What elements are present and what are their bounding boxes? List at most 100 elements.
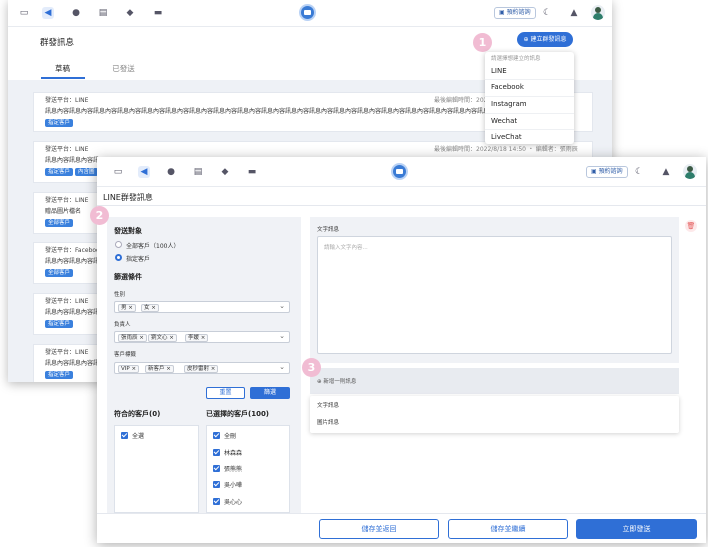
book-consultation-button[interactable]: ▣ 預約諮詢 xyxy=(494,7,536,19)
gender-select[interactable]: 男 × 女 × ⌄ xyxy=(114,301,290,313)
reset-button[interactable]: 重置 xyxy=(206,387,245,399)
owner-label: 負責人 xyxy=(114,322,131,328)
customer-checkbox[interactable] xyxy=(213,449,220,456)
chat-icon[interactable]: ▭ xyxy=(18,7,30,19)
gender-label: 性別 xyxy=(114,292,126,298)
app-logo xyxy=(391,163,408,180)
owner-select[interactable]: 張雨辰 × 劉文心 × 李媛 × ⌄ xyxy=(114,331,290,343)
radio-all-customers[interactable] xyxy=(115,241,122,248)
select-all-checkbox[interactable] xyxy=(121,432,128,439)
save-and-return-button[interactable]: 儲存並返回 xyxy=(319,519,439,539)
create-broadcast-button[interactable]: ⊕ 建立群發訊息 xyxy=(517,32,573,47)
dropdown-item-instagram[interactable]: Instagram xyxy=(491,100,527,108)
calendar-small-icon: ▣ xyxy=(591,168,599,175)
text-message-block: 文字訊息 請輸入文字內容... xyxy=(310,217,679,363)
tag-label: 客戶標籤 xyxy=(114,352,137,358)
footer-bar: 儲存並返回 儲存並繼續 立即發送 xyxy=(97,513,706,543)
card-platform: 發送平台：LINE xyxy=(45,349,89,356)
megaphone-icon[interactable]: ◀ xyxy=(138,166,150,178)
add-message-menu: 文字訊息 圖片訊息 xyxy=(310,396,679,433)
owner-chip[interactable]: 李媛 × xyxy=(185,334,209,342)
list-item: 吳心心 xyxy=(224,499,243,506)
radio-specific-customers[interactable] xyxy=(115,254,122,261)
gender-chip[interactable]: 男 × xyxy=(118,304,136,312)
book-consultation-label: 預約諮詢 xyxy=(598,168,623,175)
create-broadcast-label: 建立群發訊息 xyxy=(530,36,567,43)
save-and-continue-button[interactable]: 儲存並繼續 xyxy=(448,519,568,539)
matched-customers-heading: 符合的客戶(0) xyxy=(114,410,161,418)
tag-chip[interactable]: 皮秒雷射 × xyxy=(184,365,219,373)
owner-chip[interactable]: 張雨辰 × xyxy=(118,334,147,342)
book-consultation-button[interactable]: ▣ 預約諮詢 xyxy=(586,166,628,178)
owner-chip[interactable]: 劉文心 × xyxy=(148,334,177,342)
card-tag: 全部客戶 xyxy=(45,269,74,277)
bell-icon[interactable]: ▲ xyxy=(568,7,580,19)
tag-chip[interactable]: VIP × xyxy=(118,365,140,373)
card-tag: 內含圖 xyxy=(75,168,98,176)
dark-mode-icon[interactable]: ☾ xyxy=(633,166,645,178)
message-placeholder: 請輸入文字內容... xyxy=(324,245,368,251)
select-all-label: 全選 xyxy=(132,433,145,440)
customer-checkbox[interactable] xyxy=(213,498,220,505)
card-tag: 指定客戶 xyxy=(45,320,74,328)
calendar-icon[interactable]: ▤ xyxy=(192,166,204,178)
card-tag: 全部客戶 xyxy=(45,219,74,227)
tab-drafts[interactable]: 草稿 xyxy=(40,63,85,74)
add-message-bar[interactable]: ⊕ 新增一則訊息 xyxy=(310,368,679,394)
send-now-button[interactable]: 立即發送 xyxy=(576,519,697,539)
tab-sent[interactable]: 已發送 xyxy=(106,63,141,74)
briefcase-icon[interactable]: ▬ xyxy=(246,166,258,178)
dropdown-item-line[interactable]: LINE xyxy=(491,67,507,75)
step-badge-3: 3 xyxy=(302,358,321,377)
dropdown-item-facebook[interactable]: Facebook xyxy=(491,83,524,91)
tag-icon[interactable]: ◆ xyxy=(124,7,136,19)
tag-chip[interactable]: 新客戶 × xyxy=(145,365,174,373)
menu-item-image-message[interactable]: 圖片訊息 xyxy=(317,418,339,426)
card-meta: 最後編輯時間：2022/8/18 14:50 ・ 編輯者：張雨辰 xyxy=(434,146,578,153)
briefcase-icon[interactable]: ▬ xyxy=(152,7,164,19)
chat-icon[interactable]: ▭ xyxy=(112,166,124,178)
radio-all-customers-label: 全部客戶（100人） xyxy=(126,243,180,250)
dropdown-hint: 請選擇想建立的訊息 xyxy=(491,56,541,62)
customer-checkbox[interactable] xyxy=(213,481,220,488)
filter-heading: 篩選條件 xyxy=(114,273,142,281)
card-tag: 指定客戶 xyxy=(45,371,74,379)
chevron-down-icon: ⌄ xyxy=(279,363,285,371)
avatar[interactable] xyxy=(683,164,697,179)
dropdown-item-wechat[interactable]: Wechat xyxy=(491,117,517,125)
divider xyxy=(97,205,706,206)
trash-icon[interactable]: 🗑 xyxy=(685,220,697,232)
text-message-label: 文字訊息 xyxy=(317,227,340,233)
message-textarea[interactable]: 請輸入文字內容... xyxy=(317,236,672,354)
page-title: LINE群發訊息 xyxy=(103,193,153,202)
list-item: 林森森 xyxy=(224,450,243,457)
tag-icon[interactable]: ◆ xyxy=(219,166,231,178)
calendar-icon[interactable]: ▤ xyxy=(97,7,109,19)
card-platform: 發送平台：LINE xyxy=(45,298,89,305)
user-icon[interactable]: ● xyxy=(70,7,82,19)
avatar[interactable] xyxy=(591,5,605,20)
megaphone-icon[interactable]: ◀ xyxy=(42,7,54,19)
customer-checkbox[interactable] xyxy=(213,465,220,472)
platform-dropdown-menu: 請選擇想建立的訊息 LINE Facebook Instagram Wechat… xyxy=(485,52,574,144)
gender-chip[interactable]: 女 × xyxy=(141,304,159,312)
step-badge-1: 1 xyxy=(473,33,492,52)
card-platform: 發送平台：LINE xyxy=(45,197,89,204)
bell-icon[interactable]: ▲ xyxy=(660,166,672,178)
card-platform: 發送平台：Facebook xyxy=(45,247,104,254)
user-icon[interactable]: ● xyxy=(165,166,177,178)
dropdown-item-livechat[interactable]: LiveChat xyxy=(491,133,522,141)
delete-all-checkbox[interactable] xyxy=(213,432,220,439)
filter-button[interactable]: 篩選 xyxy=(250,387,290,399)
top-nav-bar: ▭ ◀ ● ▤ ◆ ▬ ▣ 預約諮詢 ☾ ▲ xyxy=(97,157,706,187)
app-logo xyxy=(299,4,316,21)
delete-all-label: 全刪 xyxy=(224,433,237,440)
divider xyxy=(485,113,574,114)
tag-select[interactable]: VIP × 新客戶 × 皮秒雷射 × ⌄ xyxy=(114,362,290,374)
step-badge-2: 2 xyxy=(90,206,109,225)
target-heading: 發送對象 xyxy=(114,227,142,235)
divider xyxy=(485,79,574,80)
menu-item-text-message[interactable]: 文字訊息 xyxy=(317,401,339,409)
divider xyxy=(485,129,574,130)
dark-mode-icon[interactable]: ☾ xyxy=(541,7,553,19)
